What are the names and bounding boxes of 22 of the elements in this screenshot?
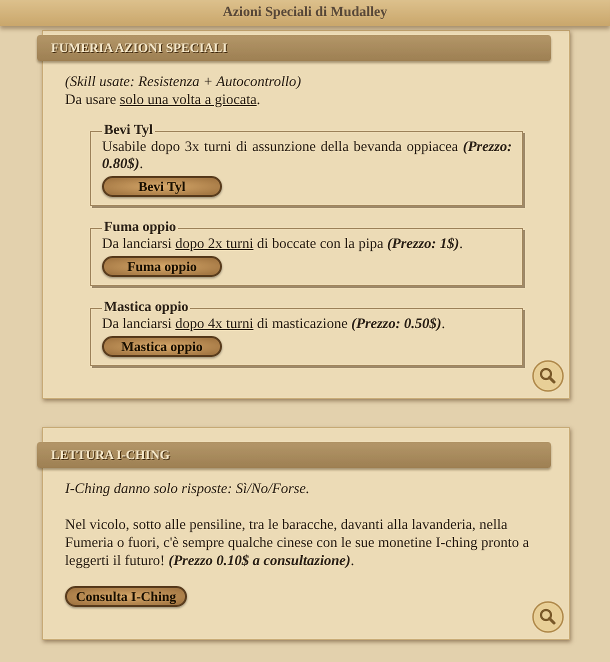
paragraph: Nel vicolo, sotto alle pensiline, tra le baracche, davanti alla lavanderia, nella Fumeria o fuori, c'è sempre qualche cinese con le sue monetine I-ching pronto a leggerti il futuro! (Prezzo 0.10$ a consultazione). [65, 516, 530, 570]
panel-title: LETTURA I-CHING [51, 447, 170, 463]
action-title: Fuma oppio [103, 220, 177, 236]
action-description: Da lanciarsi dopo 4x turni di masticazione (Prezzo: 0.50$). [102, 316, 446, 333]
link[interactable]: solo una volta a giocata [120, 92, 257, 108]
action-title: Mastica oppio [103, 300, 190, 316]
consult-button[interactable]: Consulta I-Ching [65, 586, 187, 607]
paragraph: I-Ching danno solo risposte: Sì/No/Forse. [65, 480, 310, 498]
page-title: Azioni Speciali di Mudalley [222, 5, 388, 21]
panel-title: FUMERIA AZIONI SPECIALI [51, 40, 228, 56]
action-title: Bevi Tyl [103, 123, 154, 139]
action-button[interactable]: Mastica oppio [102, 336, 222, 357]
action-button[interactable]: Bevi Tyl [102, 176, 222, 197]
action-description: Da lanciarsi dopo 2x turni di boccate con la pipa (Prezzo: 1$). [102, 236, 464, 253]
link[interactable]: dopo 2x turni [175, 236, 254, 252]
link[interactable]: dopo 4x turni [175, 316, 254, 332]
search-icon[interactable] [532, 360, 564, 392]
action-button[interactable]: Fuma oppio [102, 256, 222, 277]
paragraph: (Skill usate: Resistenza + Autocontrollo) [65, 73, 302, 91]
search-icon[interactable] [532, 601, 564, 633]
paragraph: Da usare solo una volta a giocata. [65, 91, 262, 109]
action-description: Usabile dopo 3x turni di assunzione della bevanda oppiacea (Prezzo: 0.80$). [102, 139, 512, 173]
